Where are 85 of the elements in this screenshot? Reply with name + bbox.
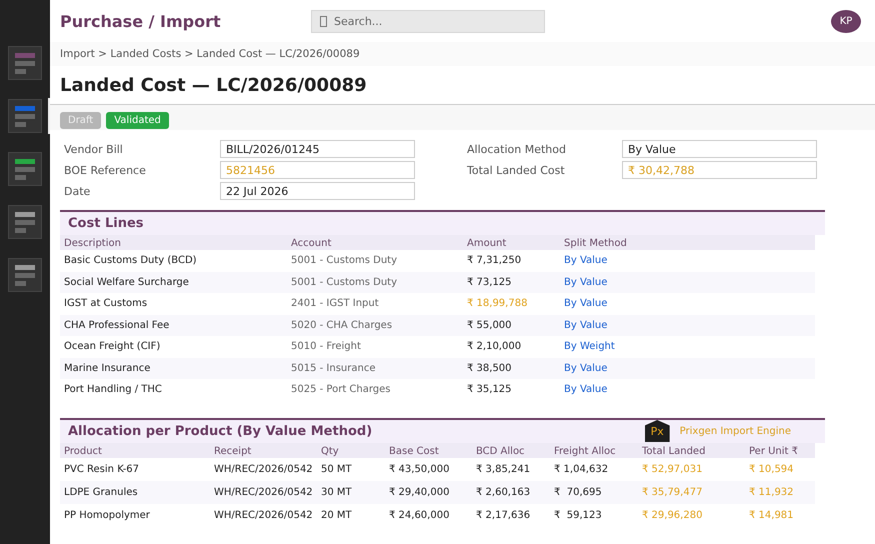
breadcrumb: Import > Landed Costs > Landed Cost — LC/2026/00089 [60, 48, 360, 60]
table-cell: ₹ 2,60,163 [472, 480, 550, 504]
field-label: BOE Reference [64, 164, 147, 176]
app-icon[interactable] [8, 258, 42, 292]
table-cell-text: ₹ 43,50,000 [388, 462, 450, 476]
app-title: Purchase / Import [60, 12, 222, 30]
split-method-link[interactable]: By Value [564, 276, 608, 288]
table-cell-text: WH/REC/2026/0542 [213, 508, 314, 522]
table-cell-text: ₹ 29,96,280 [641, 508, 704, 522]
split-method-link[interactable]: By Value [564, 320, 608, 331]
column-header: BCD Alloc [472, 442, 550, 458]
table-cell-text: ₹ 24,60,000 [388, 508, 450, 522]
table-cell: ₹ 55,000 [463, 314, 560, 336]
table-cell-text: PP Homopolymer [63, 508, 151, 522]
section-title: Cost Lines [68, 216, 144, 231]
table-cell-text: WH/REC/2026/0542 [213, 462, 314, 476]
table-cell-text: ₹ 14,981 [748, 508, 795, 522]
table-cell: WH/REC/2026/0542 [210, 480, 317, 504]
logo-icon: Px [644, 420, 670, 442]
field-label: Vendor Bill [64, 142, 124, 156]
split-method-link[interactable]: By Weight [564, 341, 615, 352]
table-cell: LDPE Granules [60, 480, 210, 504]
table-cell: ₹ 70,695 [550, 480, 638, 504]
column-header: Total Landed [638, 442, 745, 458]
column-header: Amount [463, 235, 560, 250]
table-cell-text: Port Handling / THC [63, 383, 163, 398]
table-cell: Social Welfare Surcharge [60, 272, 287, 293]
column-header: Split Method [560, 235, 815, 250]
table-cell-text: ₹ 2,10,000 [466, 340, 522, 354]
table-cell-text: ₹ 18,99,788 [466, 297, 528, 312]
table-cell-text: PVC Resin K-67 [63, 462, 140, 476]
table-cell-text: ₹ 3,85,241 [475, 462, 532, 476]
table-cell: ₹ 29,40,000 [385, 480, 472, 504]
split-method-link[interactable]: By Value [564, 384, 608, 396]
field-label: Allocation Method [467, 142, 567, 156]
table-cell: Marine Insurance [60, 358, 287, 379]
split-method-link[interactable]: By Value [564, 298, 608, 310]
table-cell-text: 5025 - Port Charges [290, 383, 392, 398]
column-header: Qty [317, 442, 385, 458]
column-header: Account [287, 235, 463, 250]
table-cell: ₹ 11,932 [745, 480, 815, 504]
table-cell: ₹ 73,125 [463, 272, 560, 293]
field-label: Date [64, 184, 92, 198]
app-icon[interactable] [8, 205, 42, 239]
table-cell: 5001 - Customs Duty [287, 272, 463, 293]
user-avatar[interactable]: KP [831, 10, 861, 32]
status-tag[interactable]: Validated [106, 112, 169, 129]
logo-text: Prixgen Import Engine [680, 426, 791, 436]
table-cell: 5015 - Insurance [287, 358, 463, 379]
table-cell-text: ₹ 2,17,636 [475, 508, 532, 522]
table-cell: ₹ 38,500 [463, 358, 560, 379]
input-field[interactable]: By Value [622, 140, 817, 158]
section-title: Allocation per Product (By Value Method) [68, 424, 372, 438]
table-cell-text: 2401 - IGST Input [290, 297, 380, 312]
table-cell: 5020 - CHA Charges [287, 314, 463, 336]
field-label: Total Landed Cost [467, 164, 566, 176]
page-title: Landed Cost — LC/2026/00089 [60, 75, 367, 96]
app-icon[interactable] [8, 152, 42, 186]
table-cell-text: 20 MT [320, 508, 353, 522]
table-cell-text: ₹ 10,594 [748, 462, 795, 476]
split-method-link[interactable]: By Value [564, 362, 608, 374]
table-cell: CHA Professional Fee [60, 314, 287, 336]
table-cell-text: ₹ 7,31,250 [466, 254, 522, 268]
column-header: Receipt [210, 442, 317, 458]
table-cell-text: ₹ 35,125 [466, 383, 513, 398]
table-cell-text: 50 MT [320, 462, 353, 476]
table-cell-text: 5010 - Freight [290, 340, 362, 354]
table-cell-text: Ocean Freight (CIF) [63, 340, 162, 354]
column-header: Base Cost [385, 442, 472, 458]
split-method-link[interactable]: By Value [564, 255, 608, 266]
table-cell: 30 MT [317, 480, 385, 504]
table-cell-text: ₹ 1,04,632 [553, 462, 610, 476]
table-cell-text: 5001 - Customs Duty [290, 254, 398, 268]
table-cell-text: Basic Customs Duty (BCD) [63, 254, 198, 268]
table-cell-text: ₹ 59,123 [553, 508, 603, 522]
input-field[interactable]: BILL/2026/01245 [220, 140, 415, 158]
column-header: Product [60, 442, 210, 458]
table-cell-text: IGST at Customs [63, 297, 148, 312]
search-field[interactable]: Search... [311, 10, 545, 32]
column-header: Freight Alloc [550, 442, 638, 458]
column-header: Description [60, 235, 287, 250]
table-cell: ₹ 35,79,477 [638, 480, 745, 504]
input-field[interactable]: 22 Jul 2026 [220, 182, 415, 200]
table-cell-text: ₹ 52,97,031 [641, 462, 704, 476]
column-header: Per Unit ₹ [745, 442, 815, 458]
